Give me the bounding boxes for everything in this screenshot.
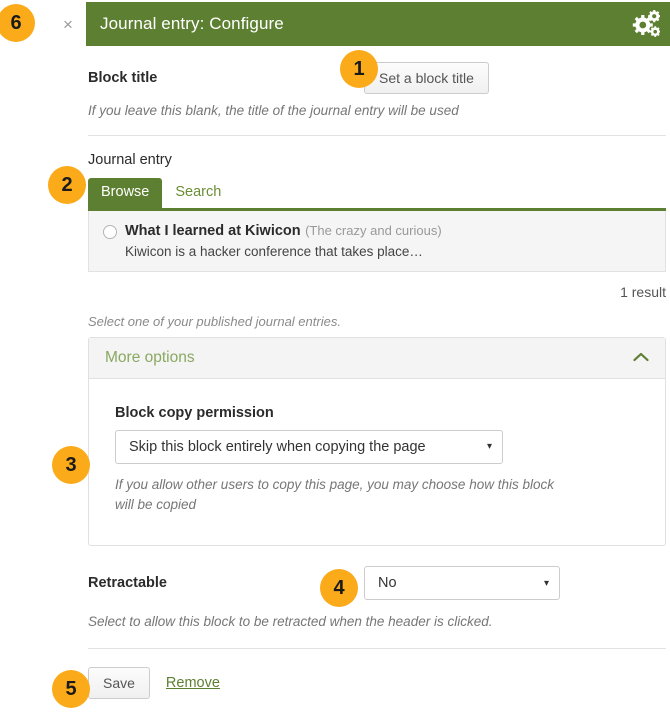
callout-badge-5: 5	[52, 670, 90, 708]
more-options-panel: More options Block copy permission Skip …	[88, 336, 666, 547]
block-copy-permission-select[interactable]: Skip this block entirely when copying th…	[115, 429, 503, 464]
remove-link[interactable]: Remove	[166, 675, 220, 691]
retractable-select[interactable]: No ▾	[364, 566, 560, 601]
list-item-title: What I learned at Kiwicon	[125, 222, 301, 239]
cogs-icon[interactable]	[630, 10, 660, 38]
journal-entry-tabs: Browse Search	[88, 177, 666, 211]
block-header-bar: × Journal entry: Configure	[50, 2, 670, 46]
divider	[88, 647, 666, 649]
result-count: 1 result	[620, 283, 666, 300]
set-block-title-button[interactable]: Set a block title	[364, 62, 489, 94]
journal-entry-note: Select one of your published journal ent…	[88, 313, 341, 329]
callout-badge-6: 6	[0, 4, 35, 42]
tab-search[interactable]: Search	[162, 178, 234, 207]
more-options-header[interactable]: More options	[89, 337, 665, 379]
list-item-heading: What I learned at Kiwicon (The crazy and…	[125, 222, 442, 240]
chevron-down-icon: ▾	[486, 441, 492, 453]
block-copy-permission-label: Block copy permission	[115, 404, 274, 421]
form-actions: Save Remove	[88, 666, 666, 699]
block-copy-permission-help: If you allow other users to copy this pa…	[115, 476, 554, 512]
block-title-label: Block title	[88, 70, 158, 86]
chevron-down-icon: ▾	[543, 577, 549, 589]
list-item-description: Kiwicon is a hacker conference that take…	[125, 243, 423, 259]
callout-badge-2: 2	[48, 166, 86, 204]
block-title-help: If you leave this blank, the title of th…	[88, 103, 459, 118]
callout-badge-1: 1	[340, 50, 378, 88]
close-icon: ×	[63, 14, 73, 34]
page-title: Journal entry: Configure	[100, 14, 284, 33]
close-button[interactable]: ×	[50, 2, 86, 46]
configure-form: Block title Set a block title If you lea…	[88, 46, 666, 699]
journal-entry-label: Journal entry	[88, 151, 172, 168]
journal-entry-radio[interactable]	[103, 224, 117, 239]
list-item-body: What I learned at Kiwicon (The crazy and…	[125, 222, 442, 240]
divider	[88, 134, 666, 136]
more-options-body: Block copy permission Skip this block en…	[89, 379, 665, 546]
chevron-up-icon[interactable]	[633, 350, 649, 365]
block-copy-permission-value: Skip this block entirely when copying th…	[129, 438, 426, 455]
more-options-title: More options	[105, 348, 195, 366]
save-button[interactable]: Save	[88, 666, 150, 699]
retractable-value: No	[378, 575, 397, 592]
tab-browse[interactable]: Browse	[88, 178, 163, 208]
callout-badge-3: 3	[52, 446, 90, 484]
callout-badge-4: 4	[320, 569, 358, 607]
retractable-row: Retractable No ▾	[88, 566, 666, 601]
retractable-help: Select to allow this block to be retract…	[88, 614, 493, 630]
list-item-subtitle: (The crazy and curious)	[305, 222, 442, 238]
block-title-row: Block title Set a block title	[88, 55, 666, 101]
journal-entry-result-list: What I learned at Kiwicon (The crazy and…	[88, 210, 666, 272]
